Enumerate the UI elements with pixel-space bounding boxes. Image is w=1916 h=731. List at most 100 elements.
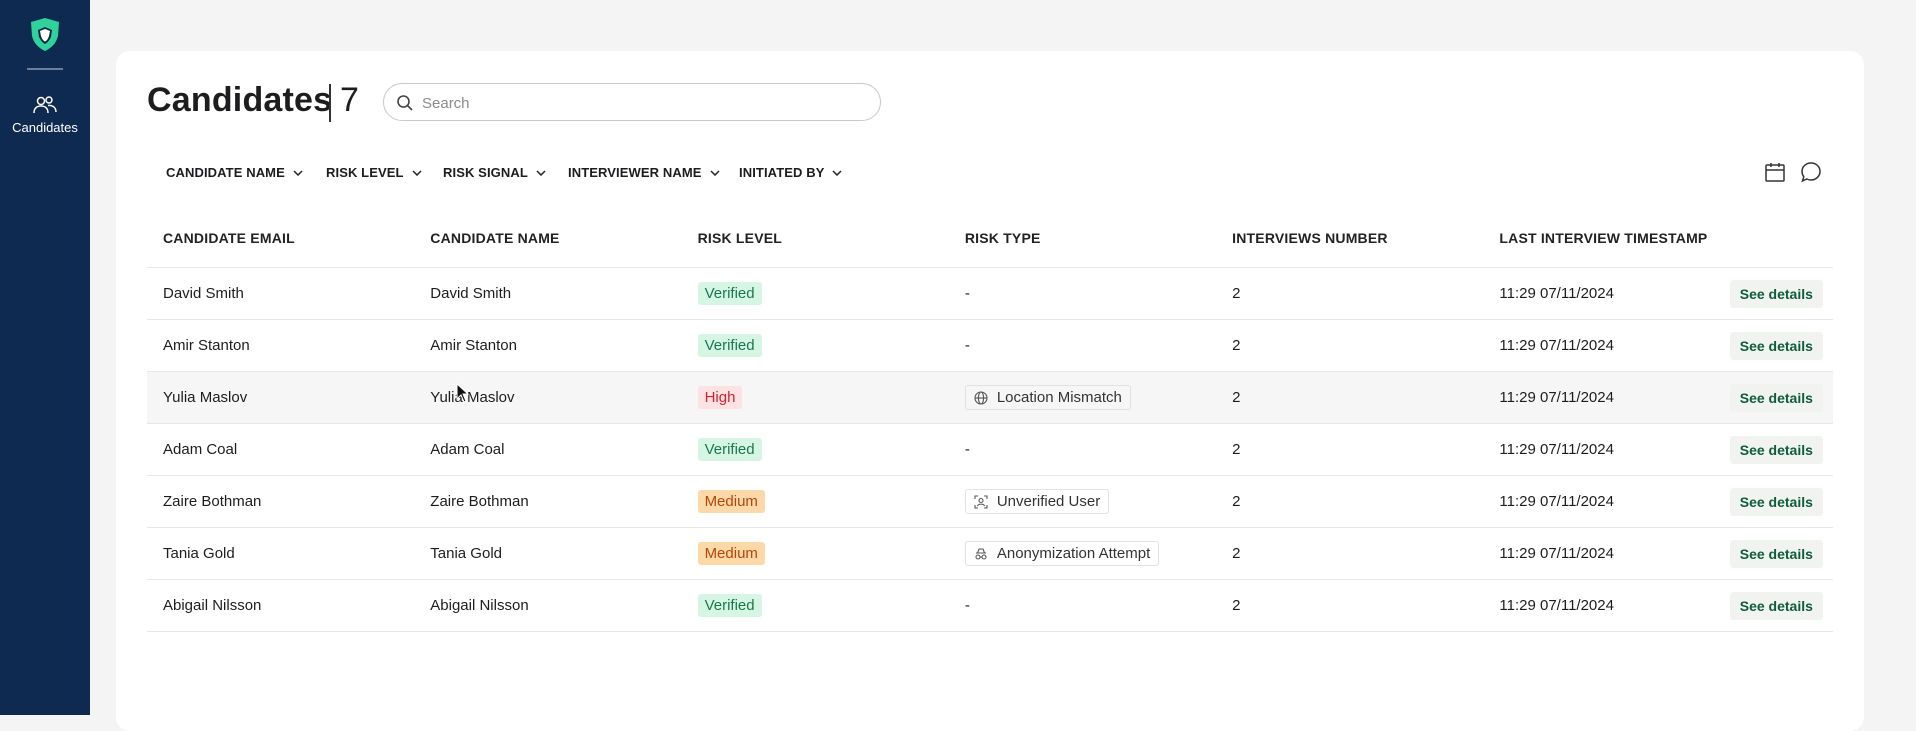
cell-name: Zaire Bothman bbox=[414, 475, 682, 528]
cell-name: Adam Coal bbox=[414, 423, 682, 476]
risk-type-empty: - bbox=[964, 337, 970, 354]
see-details-button[interactable]: See details bbox=[1729, 383, 1823, 412]
table-row[interactable]: Amir Stanton Amir Stanton Verified - 2 11:29 … bbox=[147, 319, 1833, 372]
filter-label: INTERVIEWER NAME bbox=[568, 165, 702, 180]
column-header[interactable]: INTERVIEWS NUMBER bbox=[1216, 209, 1484, 268]
risk-type-label: Anonymization Attempt bbox=[996, 545, 1151, 562]
cell-name: Yulia Maslov bbox=[414, 371, 682, 424]
filter-risk-signal[interactable]: RISK SIGNAL bbox=[443, 165, 546, 180]
title-divider bbox=[329, 84, 331, 122]
risk-badge: Verified bbox=[697, 282, 762, 305]
shield-logo-icon[interactable] bbox=[27, 16, 63, 52]
cell-risk-type: - bbox=[948, 267, 1217, 320]
cell-risk-level: Verified bbox=[681, 267, 949, 320]
see-details-button[interactable]: See details bbox=[1729, 435, 1823, 464]
chevron-down-icon bbox=[536, 169, 546, 176]
filter-initiated-by[interactable]: INITIATED BY bbox=[739, 165, 842, 180]
risk-badge: Verified bbox=[697, 334, 762, 357]
globe-icon bbox=[974, 390, 988, 405]
search-box[interactable] bbox=[383, 83, 881, 121]
column-header[interactable]: CANDIDATE EMAIL bbox=[147, 209, 415, 268]
cell-interviews: 2 bbox=[1216, 319, 1484, 372]
filter-risk-level[interactable]: RISK LEVEL bbox=[326, 165, 422, 180]
cell-timestamp: 11:29 07/11/2024 bbox=[1483, 371, 1714, 424]
search-input[interactable] bbox=[420, 90, 864, 116]
cell-risk-level: Verified bbox=[681, 319, 949, 372]
table-row[interactable]: Yulia Maslov Yulia Maslov High Location Mis… bbox=[147, 371, 1833, 424]
column-header[interactable]: RISK TYPE bbox=[948, 209, 1217, 268]
risk-type-label: Unverified User bbox=[996, 493, 1101, 510]
filter-interviewer-name[interactable]: INTERVIEWER NAME bbox=[568, 165, 720, 180]
filter-label: RISK LEVEL bbox=[326, 165, 404, 180]
sidebar: Candidates bbox=[0, 0, 90, 715]
cell-email: David Smith bbox=[147, 267, 415, 320]
chevron-down-icon bbox=[293, 169, 303, 176]
see-details-button[interactable]: See details bbox=[1729, 539, 1823, 568]
cell-actions: See details bbox=[1713, 371, 1833, 424]
calendar-icon[interactable] bbox=[1764, 161, 1786, 183]
cell-risk-type: - bbox=[948, 423, 1217, 476]
cell-email: Tania Gold bbox=[147, 527, 415, 580]
risk-badge: Verified bbox=[697, 594, 762, 617]
candidate-count: 7 bbox=[340, 81, 359, 119]
chat-icon[interactable] bbox=[1800, 161, 1822, 183]
table-row[interactable]: David Smith David Smith Verified - 2 11:29 07… bbox=[147, 267, 1833, 320]
chevron-down-icon bbox=[710, 169, 720, 176]
sidebar-item-candidates[interactable]: Candidates bbox=[0, 94, 90, 142]
see-details-button[interactable]: See details bbox=[1729, 591, 1823, 620]
column-header[interactable]: LAST INTERVIEW TIMESTAMP bbox=[1483, 209, 1714, 268]
candidates-table: CANDIDATE EMAIL CANDIDATE NAME RISK LEVE… bbox=[147, 209, 1833, 632]
cell-risk-level: Verified bbox=[681, 423, 949, 476]
filter-candidate-name[interactable]: CANDIDATE NAME bbox=[166, 165, 303, 180]
cell-risk-type: - bbox=[948, 579, 1217, 632]
cell-interviews: 2 bbox=[1216, 423, 1484, 476]
page-title: Candidates bbox=[147, 81, 333, 119]
cell-timestamp: 11:29 07/11/2024 bbox=[1483, 423, 1714, 476]
risk-type-chip: Anonymization Attempt bbox=[964, 541, 1160, 566]
incognito-icon bbox=[974, 547, 988, 561]
cell-risk-type: Anonymization Attempt bbox=[948, 527, 1217, 580]
table-row[interactable]: Tania Gold Tania Gold Medium Anonymization … bbox=[147, 527, 1833, 580]
cell-actions: See details bbox=[1713, 267, 1833, 320]
table-row[interactable]: Abigail Nilsson Abigail Nilsson Verified - 2… bbox=[147, 579, 1833, 632]
table-row[interactable]: Zaire Bothman Zaire Bothman Medium Unverifi… bbox=[147, 475, 1833, 528]
risk-type-chip: Location Mismatch bbox=[964, 385, 1131, 410]
cell-actions: See details bbox=[1713, 319, 1833, 372]
cell-actions: See details bbox=[1713, 423, 1833, 476]
table-row[interactable]: Adam Coal Adam Coal Verified - 2 11:29 07/11/… bbox=[147, 423, 1833, 476]
see-details-button[interactable]: See details bbox=[1729, 279, 1823, 308]
cell-email: Yulia Maslov bbox=[147, 371, 415, 424]
chevron-down-icon bbox=[412, 169, 422, 176]
column-header[interactable]: RISK LEVEL bbox=[681, 209, 949, 268]
cell-timestamp: 11:29 07/11/2024 bbox=[1483, 267, 1714, 320]
cell-timestamp: 11:29 07/11/2024 bbox=[1483, 319, 1714, 372]
risk-type-empty: - bbox=[964, 597, 970, 614]
cell-risk-type: Location Mismatch bbox=[948, 371, 1217, 424]
cell-risk-type: - bbox=[948, 319, 1217, 372]
see-details-button[interactable]: See details bbox=[1729, 487, 1823, 516]
chevron-down-icon bbox=[832, 169, 842, 176]
cell-interviews: 2 bbox=[1216, 527, 1484, 580]
users-icon bbox=[33, 96, 57, 114]
cell-risk-type: Unverified User bbox=[948, 475, 1217, 528]
column-header-actions bbox=[1713, 209, 1833, 268]
cell-name: Tania Gold bbox=[414, 527, 682, 580]
cell-email: Amir Stanton bbox=[147, 319, 415, 372]
cell-interviews: 2 bbox=[1216, 579, 1484, 632]
table-header-row: CANDIDATE EMAIL CANDIDATE NAME RISK LEVE… bbox=[147, 209, 1833, 268]
cell-risk-level: High bbox=[681, 371, 949, 424]
column-header[interactable]: CANDIDATE NAME bbox=[414, 209, 682, 268]
cell-name: Amir Stanton bbox=[414, 319, 682, 372]
cell-interviews: 2 bbox=[1216, 371, 1484, 424]
cell-actions: See details bbox=[1713, 475, 1833, 528]
cell-actions: See details bbox=[1713, 527, 1833, 580]
risk-type-label: Location Mismatch bbox=[996, 389, 1122, 406]
filter-label: CANDIDATE NAME bbox=[166, 165, 285, 180]
risk-badge: High bbox=[697, 386, 743, 409]
search-icon bbox=[397, 95, 413, 111]
cell-email: Abigail Nilsson bbox=[147, 579, 415, 632]
risk-badge: Medium bbox=[697, 490, 765, 513]
cell-name: Abigail Nilsson bbox=[414, 579, 682, 632]
risk-type-chip: Unverified User bbox=[964, 489, 1110, 514]
see-details-button[interactable]: See details bbox=[1729, 331, 1823, 360]
